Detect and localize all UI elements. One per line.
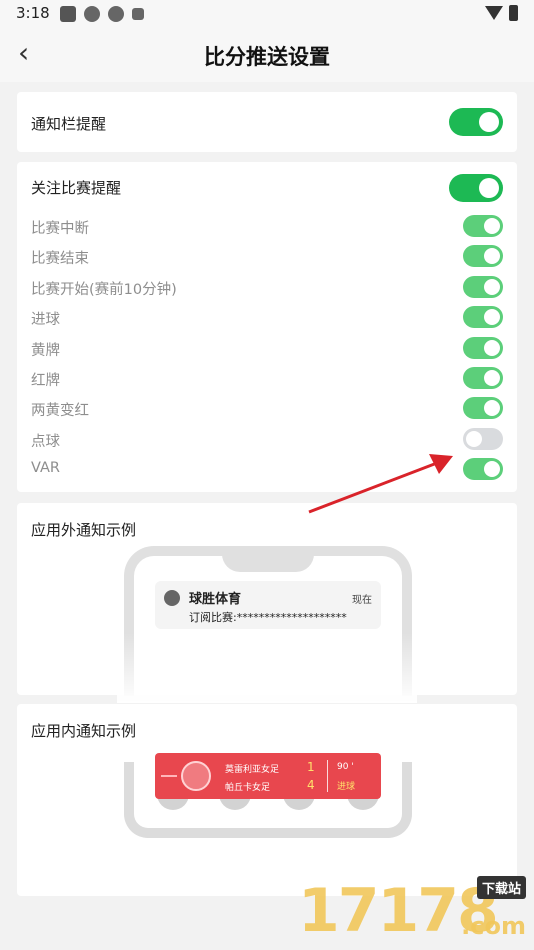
item-label: 比赛结束 [31, 251, 89, 267]
outside-example-title: 应用外通知示例 [31, 521, 137, 539]
status-bar: 3:18 [0, 0, 534, 28]
item-label: VAR [31, 460, 60, 476]
football-icon [181, 761, 211, 791]
status-icons [60, 6, 144, 22]
toggle-match-end[interactable] [463, 245, 503, 267]
toggle-knob [484, 309, 500, 325]
item-label: 比赛中断 [31, 221, 89, 237]
home-score: 1 [307, 760, 315, 774]
phone-fade [117, 633, 417, 703]
match-minute: 90 ' [337, 762, 354, 772]
toggle-knob [484, 218, 500, 234]
followed-matches-card: 关注比赛提醒 比赛中断 比赛结束 比赛开始(赛前10分钟) 进球 黄牌 红牌 两… [17, 162, 517, 492]
toggle-match-interrupted[interactable] [463, 215, 503, 237]
toggle-second-yellow[interactable] [463, 397, 503, 419]
notification-bar-label: 通知栏提醒 [31, 115, 107, 133]
toggle-var[interactable] [463, 458, 503, 480]
wifi-icon [485, 6, 503, 20]
watermark-domain: .com [461, 912, 526, 940]
toggle-knob [484, 461, 500, 477]
item-label: 黄牌 [31, 343, 60, 359]
item-label: 红牌 [31, 373, 60, 389]
status-right [485, 5, 518, 21]
toggle-yellow-card[interactable] [463, 337, 503, 359]
notification-icon [60, 6, 76, 22]
toggle-knob [484, 400, 500, 416]
notification-preview: 球胜体育 现在 订阅比赛:******************** [155, 581, 381, 629]
toggle-match-start[interactable] [463, 276, 503, 298]
watermark-site: 下载站 [476, 876, 526, 899]
speed-lines-icon [161, 775, 177, 777]
away-score: 4 [307, 778, 315, 792]
followed-matches-label: 关注比赛提醒 [31, 179, 122, 197]
toggle-knob [484, 370, 500, 386]
home-team: 莫雷利亚女足 [225, 765, 280, 775]
page-title: 比分推送设置 [204, 45, 330, 69]
banner-divider [327, 760, 328, 792]
app-icon [108, 6, 124, 22]
toggle-knob [484, 279, 500, 295]
notification-time: 现在 [352, 595, 372, 606]
followed-matches-toggle[interactable] [449, 174, 503, 202]
in-app-notification-banner: 莫雷利亚女足 帕丘卡女足 1 4 90 ' 进球 [155, 753, 381, 799]
inside-example-card: 应用内通知示例 莫雷利亚女足 帕丘卡女足 1 4 90 ' 进球 [17, 704, 517, 896]
inside-example-title: 应用内通知示例 [31, 722, 137, 740]
toggle-goal[interactable] [463, 306, 503, 328]
toggle-penalty[interactable] [463, 428, 503, 450]
keyboard-icon [132, 8, 144, 20]
phone-notch [222, 546, 314, 572]
status-time: 3:18 [16, 4, 50, 22]
toggle-knob [479, 112, 499, 132]
toggle-knob [479, 178, 499, 198]
toggle-knob [466, 431, 482, 447]
notification-bar-card: 通知栏提醒 [17, 92, 517, 152]
notification-app-name: 球胜体育 [189, 592, 242, 607]
app-avatar-icon [164, 590, 180, 606]
header: ‹ 比分推送设置 [0, 28, 534, 82]
watermark: 17178 下载站 .com [298, 876, 528, 946]
away-team: 帕丘卡女足 [225, 783, 271, 793]
arrow-shaft [308, 461, 438, 514]
item-label: 点球 [31, 434, 60, 450]
item-label: 进球 [31, 312, 60, 328]
notification-body: 订阅比赛:******************** [189, 611, 347, 624]
toggle-red-card[interactable] [463, 367, 503, 389]
toggle-knob [484, 248, 500, 264]
battery-icon [509, 5, 518, 21]
annotation-arrow-icon [308, 454, 453, 514]
outside-example-card: 应用外通知示例 球胜体育 现在 订阅比赛:*******************… [17, 503, 517, 703]
toggle-knob [484, 340, 500, 356]
item-label: 两黄变红 [31, 403, 89, 419]
item-label: 比赛开始(赛前10分钟) [31, 282, 177, 298]
notification-bar-toggle[interactable] [449, 108, 503, 136]
app-icon [84, 6, 100, 22]
match-event: 进球 [337, 782, 356, 792]
